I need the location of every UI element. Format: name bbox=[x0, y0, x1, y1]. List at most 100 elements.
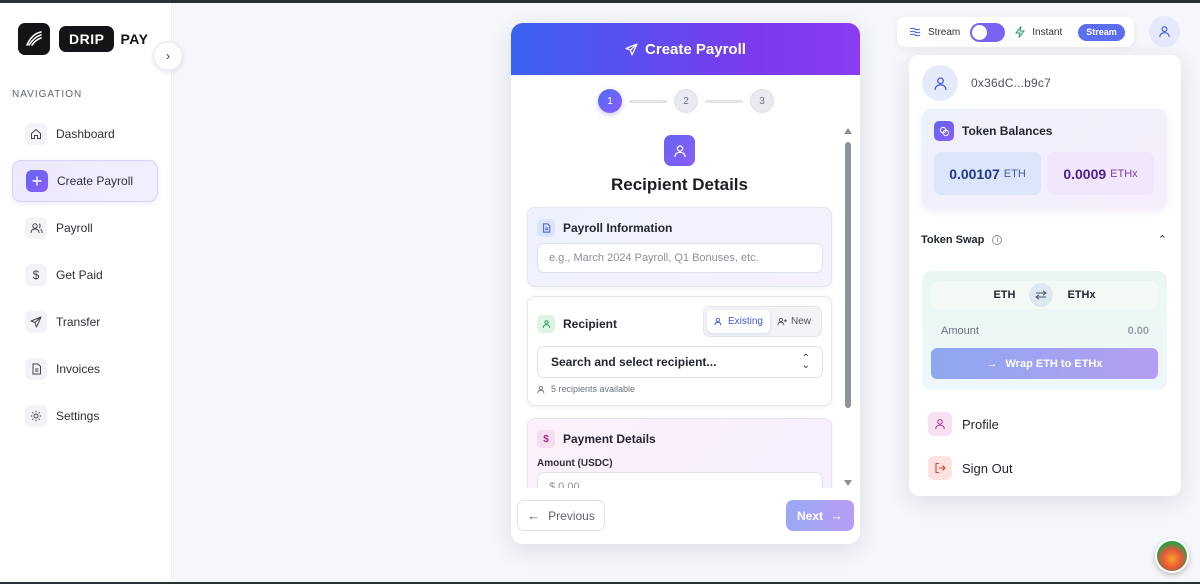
window-top-border bbox=[0, 0, 1200, 3]
token-swap-box: ETH ETHx Amount 0.00 → Wrap ETH to ETHx bbox=[922, 271, 1167, 390]
sidebar-item-settings[interactable]: Settings bbox=[12, 395, 158, 437]
recipients-hint-text: 5 recipients available bbox=[551, 384, 636, 394]
sidebar-item-transfer[interactable]: Transfer bbox=[12, 301, 158, 343]
stream-option[interactable]: Stream bbox=[909, 27, 960, 38]
sidebar-item-label: Invoices bbox=[56, 362, 101, 376]
recipient-label-row: Recipient bbox=[537, 315, 617, 333]
logo-word-pay: PAY bbox=[120, 31, 149, 47]
create-payroll-card: Create Payroll 1 2 3 Recipient Details P… bbox=[511, 23, 860, 544]
user-icon bbox=[934, 76, 946, 90]
previous-button[interactable]: ← Previous bbox=[517, 500, 605, 531]
tab-existing-label: Existing bbox=[727, 316, 763, 327]
nav-heading: NAVIGATION bbox=[12, 89, 83, 100]
payroll-info-section: Payroll Information e.g., March 2024 Pay… bbox=[527, 207, 832, 287]
app-logo[interactable]: DRIP PAY bbox=[18, 23, 148, 55]
payment-mode-bar: Stream Instant Stream bbox=[897, 17, 1134, 47]
account-panel: 0x36dC...b9c7 Token Balances 0.00107 ETH… bbox=[909, 55, 1181, 496]
wallet-address[interactable]: 0x36dC...b9c7 bbox=[971, 76, 1051, 90]
home-icon bbox=[25, 123, 47, 145]
profile-menu-item[interactable]: Profile bbox=[928, 412, 999, 436]
swap-direction-button[interactable] bbox=[1029, 283, 1054, 307]
sign-out-menu-item[interactable]: Sign Out bbox=[928, 456, 1013, 480]
amount-input[interactable]: $ 0.00 bbox=[537, 472, 823, 488]
user-icon bbox=[537, 315, 555, 333]
tab-existing[interactable]: Existing bbox=[706, 310, 770, 333]
send-icon bbox=[25, 311, 47, 333]
token-swap-title: Token Swap bbox=[921, 234, 985, 246]
coins-icon bbox=[934, 121, 954, 141]
scroll-thumb[interactable] bbox=[845, 142, 851, 408]
user-menu-button[interactable] bbox=[1149, 16, 1180, 47]
payroll-info-label: Payroll Information bbox=[563, 221, 673, 235]
sidebar-item-create-payroll[interactable]: Create Payroll bbox=[12, 160, 158, 202]
token-balances-card: Token Balances 0.00107 ETH 0.0009 ETHx bbox=[922, 109, 1167, 209]
users-icon bbox=[714, 317, 722, 326]
step-1[interactable]: 1 bbox=[598, 89, 622, 113]
tab-new-label: New bbox=[790, 316, 811, 327]
instant-label: Instant bbox=[1032, 26, 1063, 38]
instant-option[interactable]: Instant bbox=[1015, 26, 1062, 38]
dollar-icon: $ bbox=[25, 264, 47, 286]
sidebar-collapse-button[interactable]: › bbox=[153, 41, 183, 71]
lightning-icon bbox=[1015, 26, 1026, 38]
swap-amount-row[interactable]: Amount 0.00 bbox=[941, 325, 1149, 337]
document-icon bbox=[25, 358, 47, 380]
user-icon bbox=[1159, 26, 1170, 38]
sidebar-item-payroll[interactable]: Payroll bbox=[12, 207, 158, 249]
logo-word-drip: DRIP bbox=[59, 26, 115, 52]
swap-to-token: ETHx bbox=[1067, 289, 1096, 301]
profile-label: Profile bbox=[962, 416, 999, 432]
scroll-up-arrow-icon[interactable] bbox=[844, 128, 852, 134]
wrap-eth-button[interactable]: → Wrap ETH to ETHx bbox=[931, 348, 1158, 379]
swap-amount-value[interactable]: 0.00 bbox=[1128, 325, 1149, 337]
recipient-mode-toggle: Existing New bbox=[702, 306, 822, 337]
plus-icon bbox=[26, 170, 48, 192]
next-button[interactable]: Next → bbox=[786, 500, 854, 531]
chevron-up-down-icon: ⌃ ⌄ bbox=[801, 353, 810, 371]
ethx-balance-value: 0.0009 bbox=[1063, 165, 1107, 182]
wrap-eth-label: Wrap ETH to ETHx bbox=[1005, 357, 1103, 370]
card-title: Create Payroll bbox=[645, 40, 746, 58]
token-swap-header[interactable]: Token Swap i bbox=[921, 234, 1003, 246]
floating-app-icon[interactable] bbox=[1155, 539, 1189, 573]
swap-from-token: ETH bbox=[993, 289, 1016, 301]
form-scroll-area[interactable]: Recipient Details Payroll Information e.… bbox=[511, 123, 860, 488]
sidebar-item-dashboard[interactable]: Dashboard bbox=[12, 113, 158, 155]
sign-out-label: Sign Out bbox=[962, 460, 1013, 476]
sidebar-item-label: Create Payroll bbox=[57, 174, 134, 188]
token-balances-header: Token Balances bbox=[934, 121, 1052, 141]
tab-new[interactable]: New bbox=[770, 310, 818, 333]
payment-label-row: $ Payment Details bbox=[537, 430, 656, 448]
chevron-up-icon[interactable]: ⌃ bbox=[1158, 233, 1167, 246]
scroll-down-arrow-icon[interactable] bbox=[844, 480, 852, 486]
sidebar-nav: Dashboard Create Payroll Payroll $ Get P… bbox=[12, 113, 158, 442]
recipient-section: Recipient Existing New Search and select… bbox=[527, 296, 832, 406]
dollar-icon: $ bbox=[537, 430, 555, 448]
sidebar-item-invoices[interactable]: Invoices bbox=[12, 348, 158, 390]
eth-balance: 0.00107 ETH bbox=[934, 152, 1041, 195]
sidebar-item-label: Payroll bbox=[56, 221, 93, 235]
mode-toggle-switch[interactable] bbox=[970, 22, 1006, 42]
step-3[interactable]: 3 bbox=[750, 89, 774, 113]
recipient-select[interactable]: Search and select recipient... ⌃ ⌄ bbox=[537, 346, 823, 378]
step-connector bbox=[629, 99, 667, 103]
swap-amount-label: Amount bbox=[941, 325, 979, 337]
section-title: Recipient Details bbox=[611, 175, 748, 194]
stepper: 1 2 3 bbox=[598, 89, 774, 113]
eth-balance-unit: ETH bbox=[1003, 167, 1026, 180]
swap-pair-row: ETH ETHx bbox=[931, 281, 1158, 309]
card-footer: ← Previous Next → bbox=[511, 488, 860, 544]
payment-details-section: $ Payment Details Amount (USDC) $ 0.00 bbox=[527, 418, 832, 488]
sidebar-item-label: Transfer bbox=[56, 315, 101, 329]
info-icon[interactable]: i bbox=[992, 235, 1003, 245]
form-scrollbar[interactable] bbox=[844, 128, 852, 486]
sidebar-item-label: Settings bbox=[56, 409, 100, 423]
sidebar-item-get-paid[interactable]: $ Get Paid bbox=[12, 254, 158, 296]
switch-knob bbox=[972, 24, 988, 40]
token-balances-title: Token Balances bbox=[962, 124, 1053, 138]
avatar bbox=[922, 65, 958, 101]
recipient-label: Recipient bbox=[563, 317, 618, 331]
users-icon bbox=[25, 217, 47, 239]
payroll-name-input[interactable]: e.g., March 2024 Payroll, Q1 Bonuses, et… bbox=[537, 243, 823, 273]
step-2[interactable]: 2 bbox=[674, 89, 698, 113]
